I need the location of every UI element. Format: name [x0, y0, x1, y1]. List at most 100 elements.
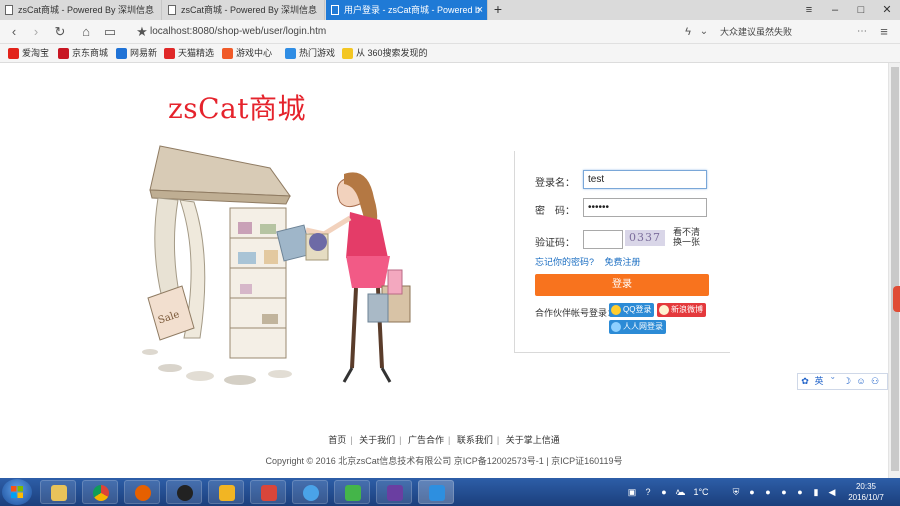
new-tab-button[interactable]: + [490, 0, 506, 20]
chrome-icon [93, 485, 109, 501]
login-button[interactable]: 登录 [535, 274, 709, 296]
refresh-captcha-link[interactable]: 看不清换一张 [673, 227, 703, 247]
password-input[interactable] [583, 198, 707, 217]
app-icon [387, 485, 403, 501]
footer-link-ads[interactable]: 广告合作 [408, 435, 444, 445]
taskbar-app[interactable] [376, 480, 412, 504]
tmall-icon [164, 48, 175, 59]
tab-title: 用户登录 - zsCat商城 - Powered b [344, 5, 481, 15]
bookmark-item[interactable]: 网易新 [116, 44, 157, 63]
help-icon[interactable]: ? [642, 486, 654, 498]
taskbar-qq[interactable] [166, 480, 202, 504]
folder-icon [51, 485, 67, 501]
taskbar-app[interactable] [292, 480, 328, 504]
paw-icon[interactable]: ✿ [798, 374, 812, 389]
taskbar-browser-active[interactable] [418, 480, 454, 504]
ime-english-toggle[interactable]: 英 [812, 374, 826, 389]
more-icon[interactable]: ⋯ [852, 22, 872, 42]
divider: | [496, 435, 500, 445]
register-link[interactable]: 免费注册 [605, 257, 641, 267]
page-icon [168, 5, 176, 15]
captcha-image[interactable]: 0337 [625, 230, 665, 246]
username-input[interactable] [583, 170, 707, 189]
forgot-password-link[interactable]: 忘记你的密码? [535, 257, 594, 267]
tab-title: zsCat商城 - Powered By 深圳信息 [18, 5, 155, 15]
app-tray-icon[interactable]: ● [658, 486, 670, 498]
favorite-star-icon[interactable]: ★ [132, 22, 152, 42]
dropdown-icon[interactable]: ⌄ [694, 22, 714, 42]
tray-icon[interactable]: ● [778, 486, 790, 498]
search-box[interactable]: 大众建议虽然失败 [720, 24, 792, 40]
tray-icon[interactable]: ● [794, 486, 806, 498]
bookmark-item[interactable]: 京东商城 [58, 44, 108, 63]
login-panel: 登录名： 密 码： 验证码： 0337 看不清换一张 忘记你的密码? 免费注册 … [514, 151, 730, 353]
volume-icon[interactable]: ◀ [826, 486, 838, 498]
bookmark-item[interactable]: 热门游戏 [285, 44, 335, 63]
clock-time: 20:35 [855, 482, 877, 491]
browser-tab-active[interactable]: 用户登录 - zsCat商城 - Powered b × [326, 0, 488, 20]
site-logo[interactable]: zsCat商城 [168, 87, 306, 127]
footer-link-contact[interactable]: 联系我们 [457, 435, 493, 445]
taskbar-firefox[interactable] [124, 480, 160, 504]
captcha-label: 验证码： [535, 238, 575, 249]
tray-icon[interactable]: ● [762, 486, 774, 498]
qq-login-button[interactable]: QQ登录 [609, 303, 655, 317]
bookmark-label: 京东商城 [72, 48, 109, 58]
system-clock[interactable]: 20:35 2016/10/7 [840, 481, 892, 503]
close-window-button[interactable]: ✕ [874, 0, 900, 20]
bookmark-label: 天猫精选 [178, 48, 215, 58]
taskbar-app[interactable] [208, 480, 244, 504]
menu-button[interactable]: ≡ [796, 0, 822, 20]
minimize-button[interactable]: – [822, 0, 848, 20]
qq-tray-icon[interactable]: ● [746, 486, 758, 498]
footer-link-more[interactable]: 关于掌上信通 [506, 435, 560, 445]
ime-user-icon[interactable]: ⚇ [868, 374, 882, 389]
taskbar-app[interactable] [250, 480, 286, 504]
tab-bar: zsCat商城 - Powered By 深圳信息 zsCat商城 - Powe… [0, 0, 900, 20]
taskbar-explorer[interactable] [40, 480, 76, 504]
vertical-scrollbar[interactable] [888, 63, 900, 478]
maximize-button[interactable]: □ [848, 0, 874, 20]
divider: | [448, 435, 451, 445]
tab-title: zsCat商城 - Powered By 深圳信息 [181, 5, 318, 15]
ime-punctuation-icon[interactable]: ˘ [826, 374, 840, 389]
taskbar-chrome[interactable] [82, 480, 118, 504]
home-icon[interactable]: ⌂ [76, 22, 96, 42]
forward-icon[interactable]: › [26, 22, 46, 42]
bookmark-item[interactable]: 游戏中心 [222, 44, 272, 63]
browser-tab[interactable]: zsCat商城 - Powered By 深圳信息 [0, 0, 162, 20]
bookmarks-bar: 爱淘宝 京东商城 网易新 天猫精选 游戏中心 热门游戏 从 360搜索发现的 [0, 44, 900, 63]
network-icon[interactable]: ▮ [810, 486, 822, 498]
reload-icon[interactable]: ↻ [50, 22, 70, 42]
bookmark-item[interactable]: 爱淘宝 [8, 44, 49, 63]
captcha-input[interactable] [583, 230, 623, 249]
taskbar-wechat[interactable] [334, 480, 370, 504]
weather-icon[interactable]: ☁ [674, 486, 688, 498]
close-tab-icon[interactable]: × [477, 0, 483, 20]
settings-menu-icon[interactable]: ≡ [874, 22, 894, 42]
ime-emoji-icon[interactable]: ☺ [854, 374, 868, 389]
scrollbar-thumb[interactable] [891, 67, 899, 471]
address-bar[interactable]: localhost:8080/shop-web/user/login.htm [150, 24, 530, 40]
bookmark-item[interactable]: 从 360搜索发现的 [342, 44, 428, 63]
ime-moon-icon[interactable]: ☽ [840, 374, 854, 389]
bookmark-item[interactable]: 天猫精选 [164, 44, 214, 63]
renren-icon [611, 322, 621, 332]
game-center-icon [222, 48, 233, 59]
penguin-icon [177, 485, 193, 501]
weibo-login-button[interactable]: 新浪微博 [657, 303, 706, 317]
input-method-icon[interactable]: ▣ [626, 486, 638, 498]
ime-toolbar[interactable]: ✿ 英 ˘ ☽ ☺ ⚇ [797, 373, 888, 390]
footer-link-home[interactable]: 首页 [328, 435, 346, 445]
shield-icon[interactable]: ⛨ [730, 486, 742, 498]
browser-tab[interactable]: zsCat商城 - Powered By 深圳信息 [163, 0, 325, 20]
partner-login-label: 合作伙伴帐号登录： [535, 308, 617, 318]
start-button[interactable] [2, 479, 32, 505]
side-feedback-tab[interactable] [893, 286, 900, 312]
back-icon[interactable]: ‹ [4, 22, 24, 42]
qq-icon [611, 305, 621, 315]
footer-link-about[interactable]: 关于我们 [359, 435, 395, 445]
bookmark-label: 爱淘宝 [22, 48, 50, 58]
reading-mode-icon[interactable]: ▭ [100, 22, 120, 42]
renren-login-button[interactable]: 人人网登录 [609, 320, 666, 334]
